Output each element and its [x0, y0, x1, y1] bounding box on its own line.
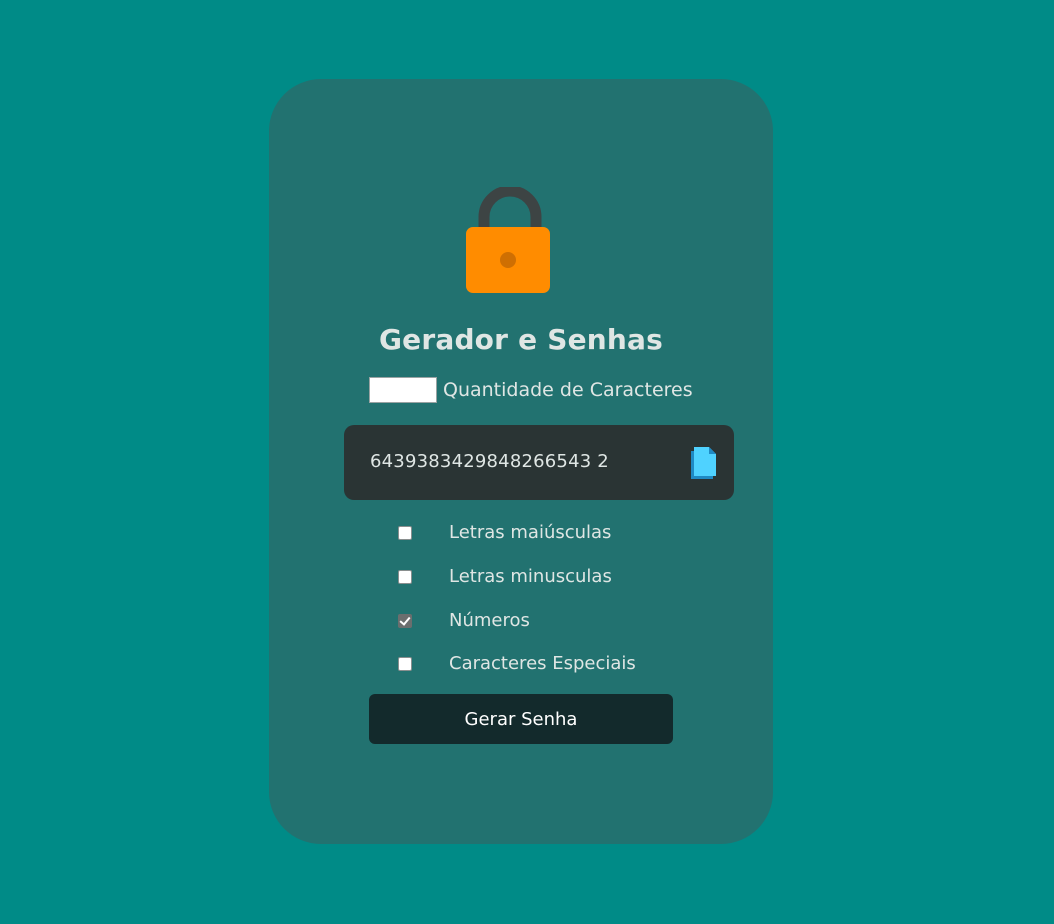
copy-icon[interactable] [690, 446, 718, 480]
password-display: 6439383429848266543 2 [344, 425, 734, 500]
lowercase-checkbox[interactable] [398, 569, 412, 584]
generate-password-button[interactable]: Gerar Senha [369, 694, 673, 744]
option-label: Números [449, 610, 530, 631]
quantity-row: Quantidade de Caracteres [369, 377, 693, 403]
option-label: Caracteres Especiais [449, 653, 636, 674]
quantity-input[interactable] [369, 377, 437, 403]
option-label: Letras maiúsculas [449, 522, 612, 543]
option-special: Caracteres Especiais [398, 653, 636, 674]
option-lowercase: Letras minusculas [398, 566, 612, 587]
page-title: Gerador e Senhas [378, 323, 664, 356]
option-label: Letras minusculas [449, 566, 612, 587]
option-uppercase: Letras maiúsculas [398, 522, 611, 543]
special-characters-checkbox[interactable] [398, 656, 412, 671]
password-text: 6439383429848266543 2 [370, 451, 609, 472]
generator-card: Gerador e Senhas Quantidade de Caractere… [269, 79, 773, 844]
option-numbers: Números [398, 610, 530, 631]
numbers-checkbox[interactable] [398, 613, 412, 628]
quantity-label: Quantidade de Caracteres [443, 379, 693, 401]
lock-icon [464, 187, 556, 297]
uppercase-checkbox[interactable] [398, 525, 412, 540]
